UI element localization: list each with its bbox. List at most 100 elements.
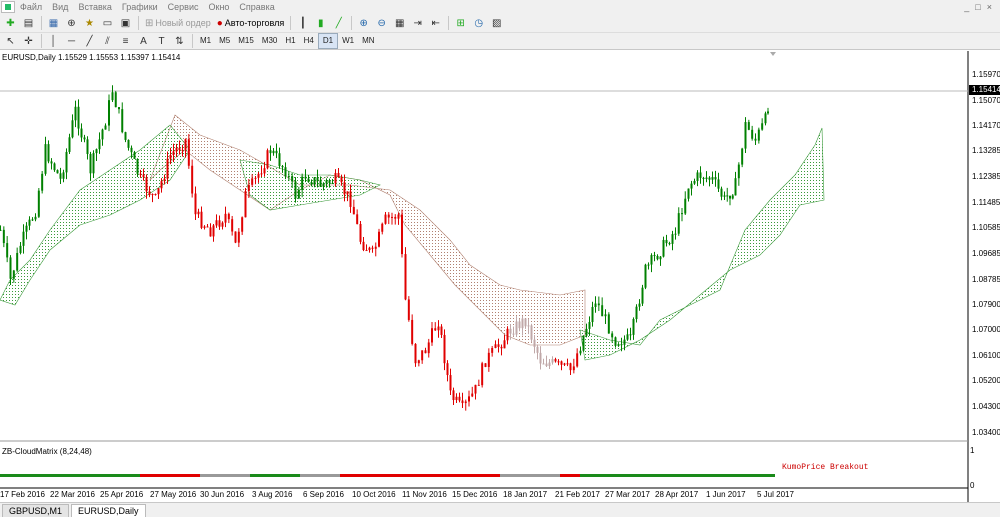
vertical-line-icon[interactable]: │ xyxy=(45,34,62,49)
candle-body xyxy=(304,176,307,179)
indicators-icon[interactable]: ⊞ xyxy=(452,16,469,31)
periods-icon[interactable]: ◷ xyxy=(470,16,487,31)
standard-toolbar: ✚ ▤ ▦ ⊕ ★ ▭ ▣ ⊞ Новый ордер ● Авто-торго… xyxy=(0,14,1000,33)
candle-body xyxy=(307,178,310,183)
new-order-button[interactable]: ⊞ Новый ордер xyxy=(142,16,214,31)
current-price-label: 1.15414 xyxy=(969,85,1000,95)
candle-body xyxy=(427,342,430,354)
kumo-cloud-up-3 xyxy=(579,127,825,361)
chart-info: EURUSD,Daily 1.15529 1.15553 1.15397 1.1… xyxy=(2,53,181,62)
terminal-icon[interactable]: ▭ xyxy=(99,16,116,31)
candle-body xyxy=(247,184,250,192)
candle-body xyxy=(446,363,449,376)
toolbar-divider xyxy=(290,16,292,30)
date-tick-label: 25 Apr 2016 xyxy=(100,490,144,499)
candle-body xyxy=(521,318,524,329)
bar-chart-icon[interactable]: ┃ xyxy=(294,16,311,31)
candle-body xyxy=(31,219,34,221)
horizontal-line-icon[interactable]: ─ xyxy=(63,34,80,49)
navigator-icon[interactable]: ★ xyxy=(81,16,98,31)
menu-insert[interactable]: Вставка xyxy=(73,0,116,14)
crosshair-icon[interactable]: ✛ xyxy=(20,34,37,49)
candle-body xyxy=(310,182,313,185)
candle-body xyxy=(533,339,536,347)
menu-charts[interactable]: Графики xyxy=(117,0,163,14)
market-watch-icon[interactable]: ▦ xyxy=(45,16,62,31)
candle-body xyxy=(576,353,579,367)
price-tick-label: 1.05200 xyxy=(972,376,1000,385)
date-tick-label: 21 Feb 2017 xyxy=(555,490,600,499)
auto-trading-button[interactable]: ● Авто-торговля xyxy=(214,16,287,31)
candle-body xyxy=(687,188,690,199)
candle-body xyxy=(487,352,490,367)
zoom-in-icon[interactable]: ⊕ xyxy=(355,16,372,31)
timeframe-m30[interactable]: M30 xyxy=(258,34,282,48)
timeframe-d1[interactable]: D1 xyxy=(317,33,339,49)
menu-tools[interactable]: Сервис xyxy=(163,0,204,14)
candle-body xyxy=(566,363,569,365)
candle-body xyxy=(668,243,671,245)
tab-gbpusd-m1[interactable]: GBPUSD,M1 xyxy=(2,504,70,517)
timeframe-w1[interactable]: W1 xyxy=(338,34,358,48)
timeframe-m5[interactable]: M5 xyxy=(215,34,234,48)
channel-icon[interactable]: ⫽ xyxy=(99,34,116,49)
zoom-out-icon[interactable]: ⊖ xyxy=(373,16,390,31)
chart-shift-marker[interactable] xyxy=(770,52,776,56)
candle-body xyxy=(471,393,474,397)
candle-body xyxy=(34,216,37,220)
profiles-icon[interactable]: ▤ xyxy=(20,16,37,31)
arrows-icon[interactable]: ⇅ xyxy=(171,34,188,49)
candle-body xyxy=(761,123,764,130)
date-tick-label: 18 Jan 2017 xyxy=(503,490,548,499)
timeframe-h1[interactable]: H1 xyxy=(281,34,299,48)
candle-body xyxy=(754,138,757,141)
candle-body xyxy=(620,344,623,346)
cursor-icon[interactable]: ↖ xyxy=(2,34,19,49)
chart-shift-icon[interactable]: ⇤ xyxy=(427,16,444,31)
auto-scroll-icon[interactable]: ⇥ xyxy=(409,16,426,31)
line-chart-icon[interactable]: ╱ xyxy=(330,16,347,31)
timeframe-m15[interactable]: M15 xyxy=(234,34,258,48)
candle-body xyxy=(545,363,548,367)
restore-button[interactable]: □ xyxy=(975,2,980,12)
candle-body xyxy=(702,177,705,179)
templates-icon[interactable]: ▨ xyxy=(488,16,505,31)
candle-body xyxy=(484,363,487,367)
price-chart[interactable] xyxy=(0,51,1000,502)
candle-body xyxy=(6,243,9,258)
candle-body xyxy=(414,343,417,364)
tile-windows-icon[interactable]: ▦ xyxy=(391,16,408,31)
toolbar-divider xyxy=(41,16,42,30)
date-tick-label: 15 Dec 2016 xyxy=(452,490,498,499)
candle-body xyxy=(378,231,380,247)
chart-window[interactable]: EURUSD,Daily 1.15529 1.15553 1.15397 1.1… xyxy=(0,51,1000,502)
timeframe-h4[interactable]: H4 xyxy=(300,34,318,48)
trendline-icon[interactable]: ╱ xyxy=(81,34,98,49)
candle-body xyxy=(708,177,711,180)
candle-body xyxy=(572,366,575,371)
menu-file[interactable]: Файл xyxy=(15,0,47,14)
candle-body xyxy=(172,151,175,155)
timeframe-mn[interactable]: MN xyxy=(358,34,378,48)
minimize-button[interactable]: _ xyxy=(964,2,969,12)
text-label-icon[interactable]: T xyxy=(153,34,170,49)
candle-body xyxy=(352,206,355,215)
candle-body xyxy=(28,219,31,226)
price-tick-label: 1.07000 xyxy=(972,325,1000,334)
tab-eurusd-daily[interactable]: EURUSD,Daily xyxy=(71,504,146,517)
menu-help[interactable]: Справка xyxy=(234,0,279,14)
data-window-icon[interactable]: ⊕ xyxy=(63,16,80,31)
close-button[interactable]: × xyxy=(987,2,992,12)
candle-body xyxy=(527,325,530,327)
fibonacci-icon[interactable]: ≡ xyxy=(117,34,134,49)
candle-body xyxy=(108,100,110,126)
candlestick-icon[interactable]: ▮ xyxy=(312,16,329,31)
strategy-tester-icon[interactable]: ▣ xyxy=(117,16,134,31)
timeframe-m1[interactable]: M1 xyxy=(196,34,215,48)
candle-body xyxy=(494,344,497,349)
candle-body xyxy=(121,109,124,133)
text-icon[interactable]: A xyxy=(135,34,152,49)
menu-view[interactable]: Вид xyxy=(47,0,73,14)
new-chart-icon[interactable]: ✚ xyxy=(2,16,19,31)
menu-window[interactable]: Окно xyxy=(204,0,235,14)
